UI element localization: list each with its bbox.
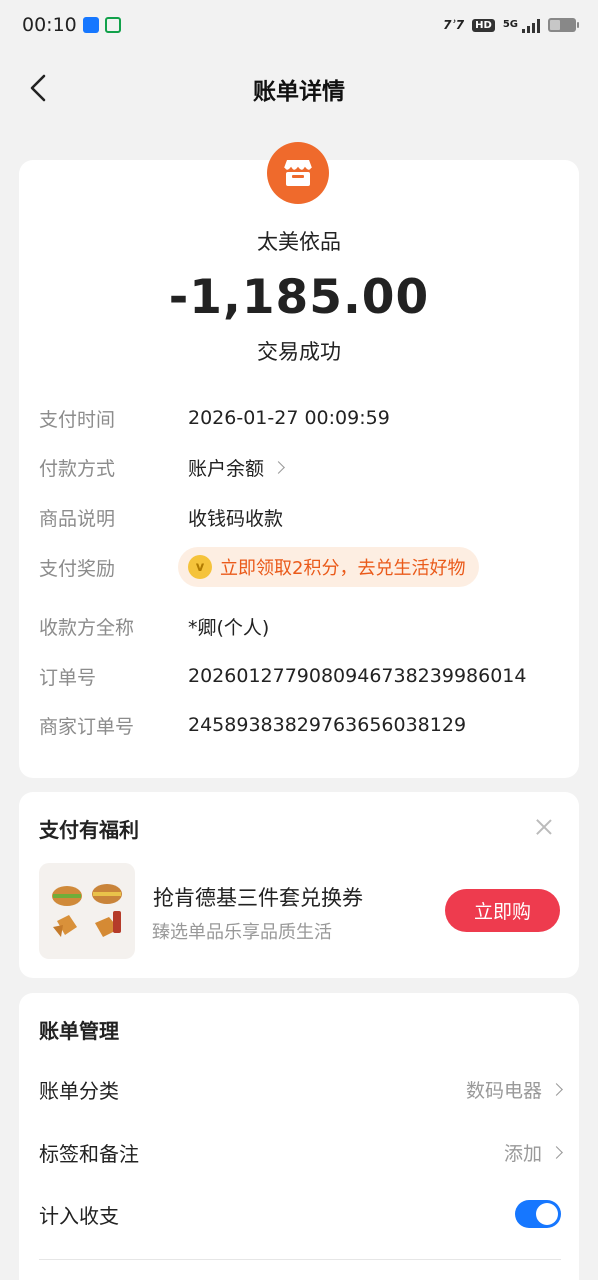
detail-value: 收钱码收款 xyxy=(188,507,284,530)
detail-label: 商品说明 xyxy=(39,507,116,530)
detail-row-order-no: 订单号 2026012779080946738239986014 xyxy=(39,661,559,691)
transaction-amount: -1,185.00 xyxy=(168,270,430,325)
detail-row-payee: 收款方全称 *卿(个人) xyxy=(39,611,559,641)
tags-notes-value: 添加 xyxy=(503,1142,542,1165)
detail-label: 收款方全称 xyxy=(39,616,135,639)
five-g-label: 5G xyxy=(502,19,518,30)
alipay-app-icon xyxy=(82,17,99,33)
detail-value: *卿(个人) xyxy=(188,616,270,639)
tags-notes-label: 标签和备注 xyxy=(39,1141,139,1166)
detail-label: 付款方式 xyxy=(39,457,116,480)
promo-food-image xyxy=(39,863,135,959)
detail-value: 2026012779080946738239986014 xyxy=(188,665,527,687)
transaction-status: 交易成功 xyxy=(257,340,341,364)
status-bar: 00:10 7ʾ7 HD 5G xyxy=(0,0,598,50)
detail-label: 商家订单号 xyxy=(39,715,135,738)
reward-claim-button[interactable]: v 立即领取2积分，去兑生活好物 xyxy=(178,547,480,587)
bill-management-title: 账单管理 xyxy=(39,1019,119,1043)
buy-now-button[interactable]: 立即购 xyxy=(445,889,560,932)
detail-row-payment-method[interactable]: 付款方式 账户余额 xyxy=(39,452,559,482)
tags-notes-row[interactable]: 标签和备注 添加 xyxy=(39,1134,563,1170)
chevron-right-icon xyxy=(550,1145,563,1159)
promo-card: 支付有福利 抢肯德基三件套兑换券 臻选单品乐享品质生活 立即购 xyxy=(19,792,579,978)
status-time: 00:10 xyxy=(22,14,77,36)
hd-badge: HD xyxy=(472,18,495,32)
detail-label: 订单号 xyxy=(39,666,97,689)
detail-value: 2026-01-27 00:09:59 xyxy=(188,407,390,429)
merchant-name: 太美依品 xyxy=(257,230,341,254)
coin-icon: v xyxy=(188,555,212,579)
page-title: 账单详情 xyxy=(253,79,345,105)
include-in-budget-label: 计入收支 xyxy=(39,1203,119,1228)
divider xyxy=(39,1259,561,1260)
detail-row-item-desc: 商品说明 收钱码收款 xyxy=(39,502,559,532)
detail-label: 支付时间 xyxy=(39,408,116,431)
green-app-icon xyxy=(104,17,121,33)
bill-category-label: 账单分类 xyxy=(39,1078,119,1103)
bill-category-row[interactable]: 账单分类 数码电器 xyxy=(39,1071,563,1107)
store-icon xyxy=(267,142,329,204)
include-in-budget-toggle[interactable] xyxy=(515,1200,561,1228)
close-icon[interactable] xyxy=(531,814,557,840)
detail-row-pay-time: 支付时间 2026-01-27 00:09:59 xyxy=(39,403,559,433)
include-in-budget-row: 计入收支 xyxy=(39,1196,561,1232)
bill-management-card: 账单管理 账单分类 数码电器 标签和备注 添加 计入收支 xyxy=(19,993,579,1280)
reward-text: 立即领取2积分，去兑生活好物 xyxy=(220,558,466,579)
network-indicator: 7ʾ7 xyxy=(443,18,465,32)
signal-icon xyxy=(522,17,540,33)
promo-title: 支付有福利 xyxy=(39,818,139,842)
chevron-right-icon xyxy=(550,1082,563,1096)
detail-row-reward: 支付奖励 v 立即领取2积分，去兑生活好物 xyxy=(39,547,559,587)
detail-value: 2458938382976365603812​9 xyxy=(188,714,467,736)
promo-item-name: 抢肯德基三件套兑换券 xyxy=(153,886,363,910)
bill-category-value: 数码电器 xyxy=(465,1079,542,1102)
payment-method-value: 账户余额 xyxy=(188,457,265,480)
detail-label: 支付奖励 xyxy=(39,557,116,580)
promo-item-subtitle: 臻选单品乐享品质生活 xyxy=(152,922,332,943)
battery-icon xyxy=(548,18,579,32)
transaction-card: 太美依品 -1,185.00 交易成功 支付时间 2026-01-27 00:0… xyxy=(19,142,579,778)
chevron-right-icon xyxy=(272,460,285,474)
nav-header: 账单详情 xyxy=(0,60,598,116)
detail-row-merchant-order-no: 商家订单号 2458938382976365603812​9 xyxy=(39,710,559,740)
bill-detail-page: 00:10 7ʾ7 HD 5G 账单详情 太美依品 -1,185.00 交易成功… xyxy=(0,0,598,1280)
